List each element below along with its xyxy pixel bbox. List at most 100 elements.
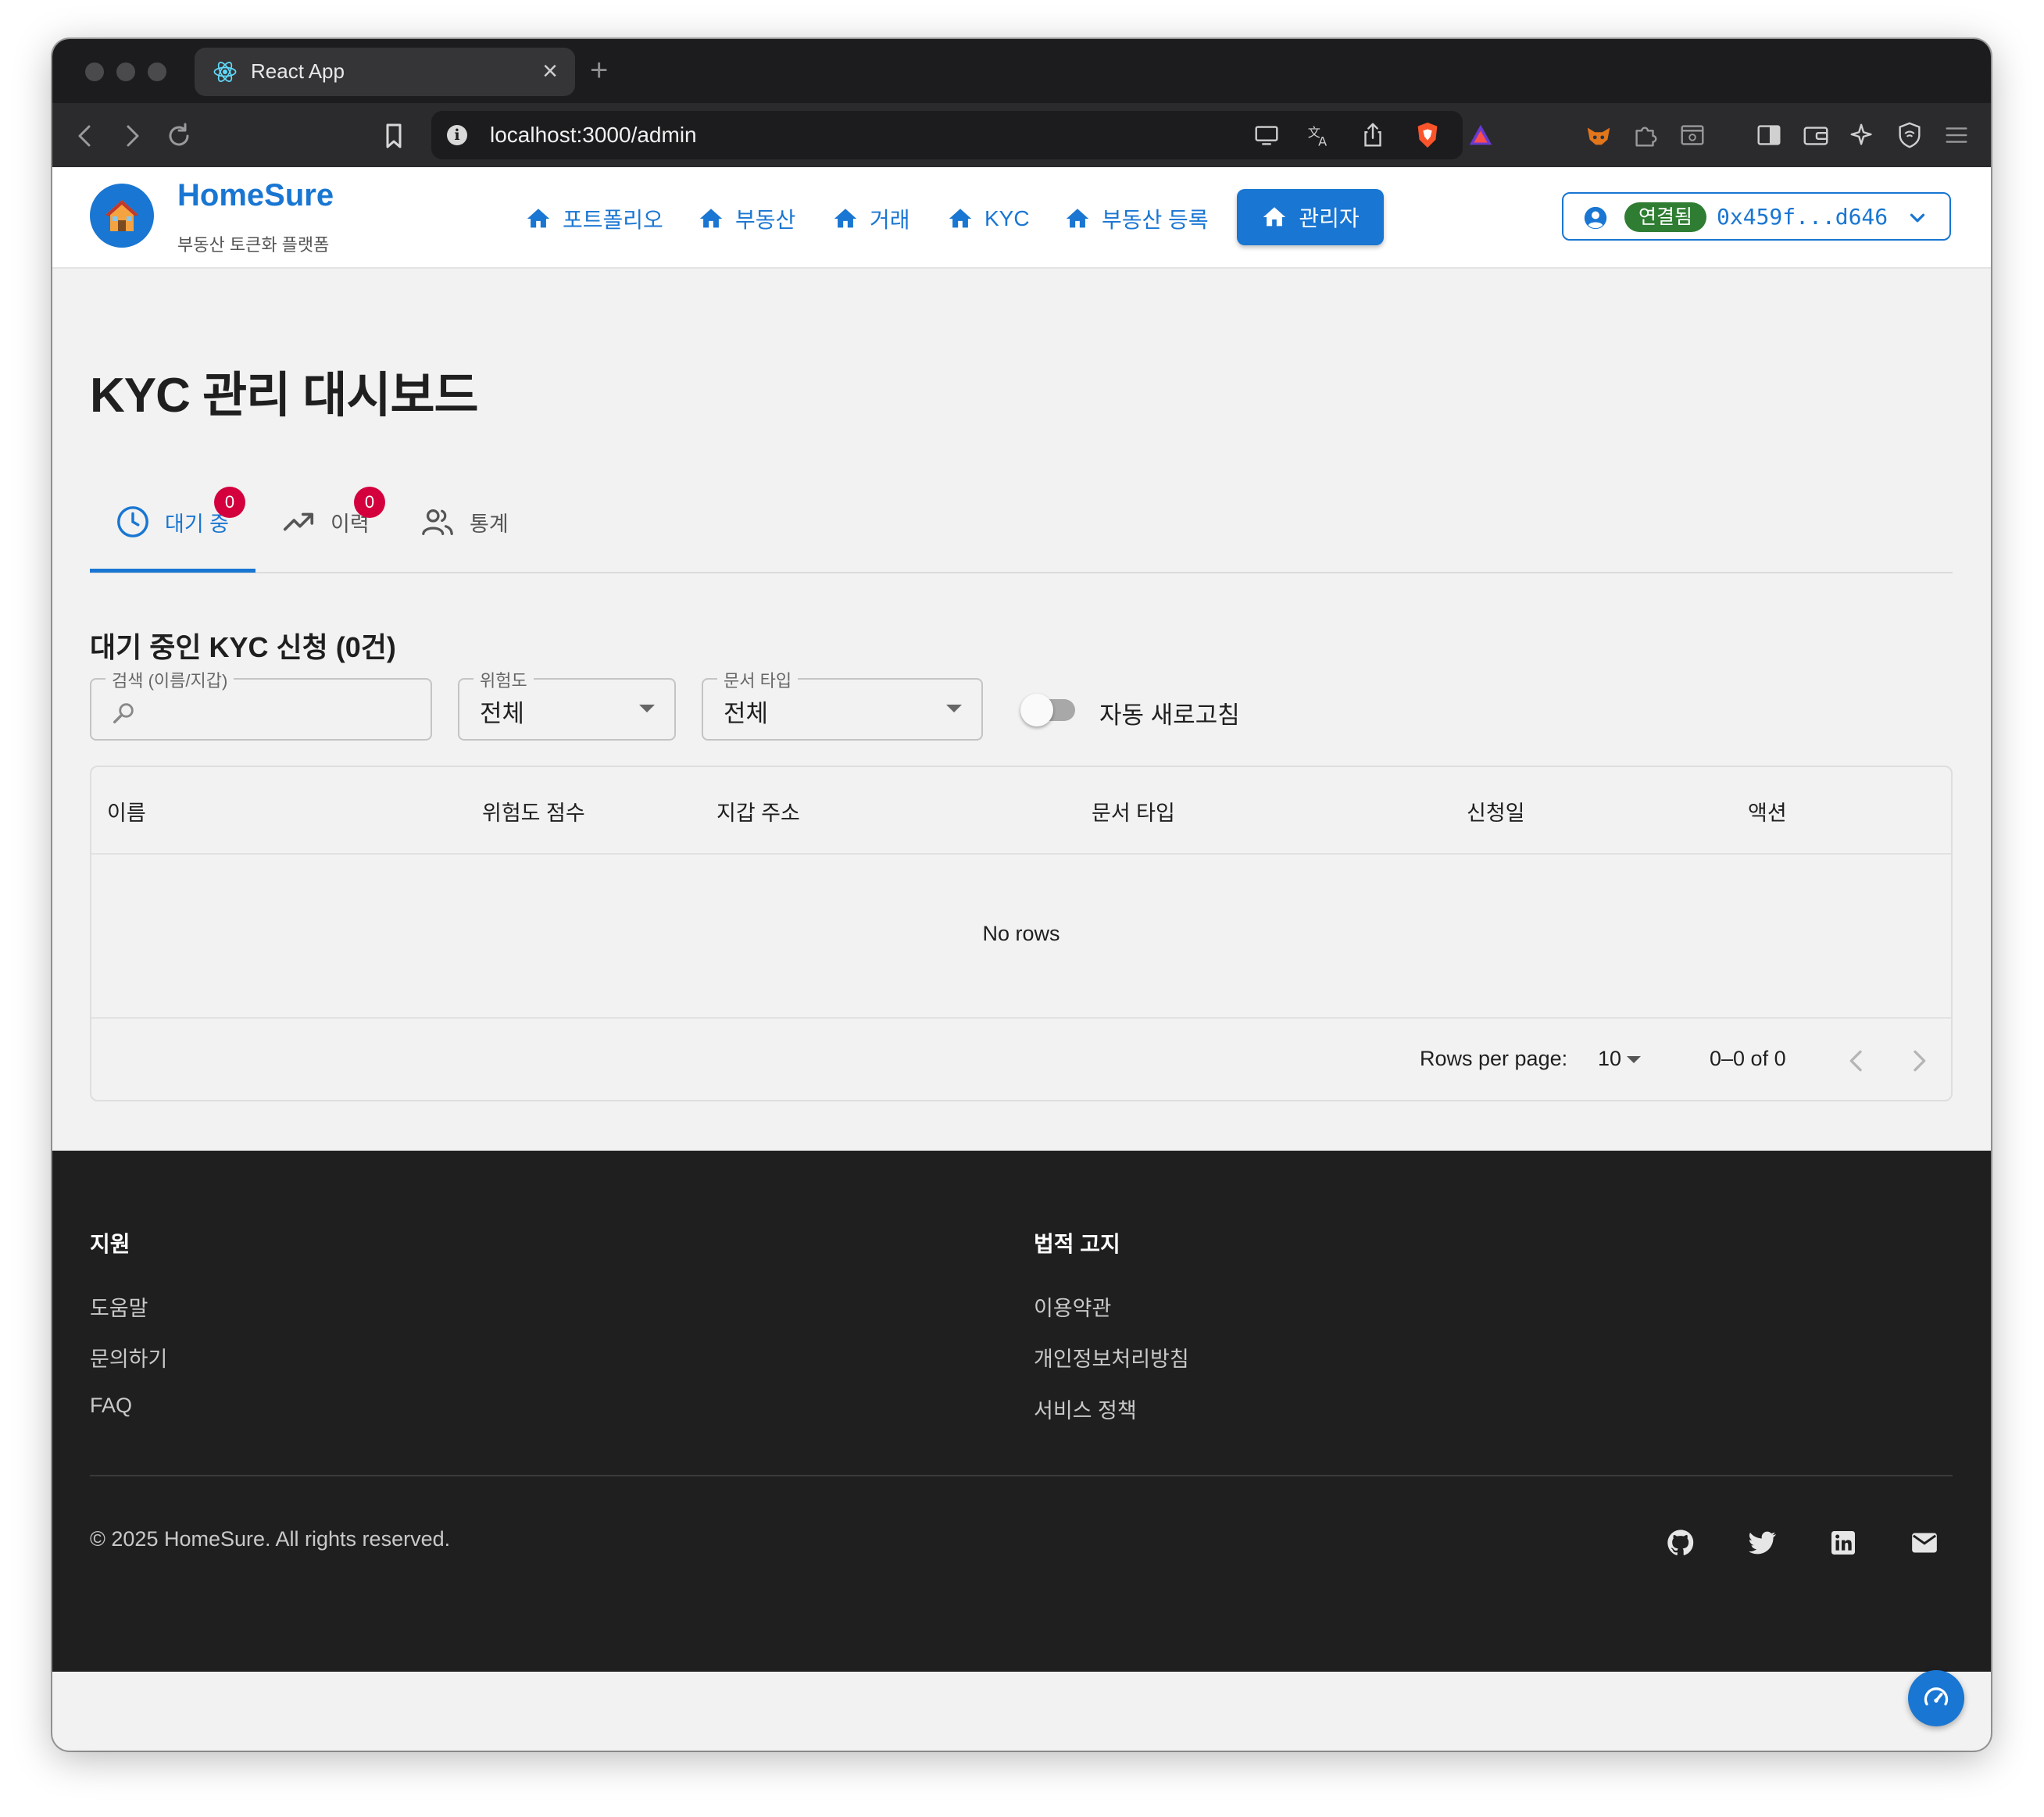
pending-count-badge: 0 <box>214 487 245 518</box>
browser-tab-bar: React App × + <box>52 39 1991 103</box>
brand-subtitle: 부동산 토큰화 플랫폼 <box>177 235 330 255</box>
column-header-wallet[interactable]: 지갑 주소 <box>716 796 800 826</box>
footer-link-terms[interactable]: 이용약관 <box>1034 1291 1111 1322</box>
clock-icon <box>117 506 148 537</box>
dropdown-arrow-icon[interactable] <box>1627 1056 1641 1063</box>
history-count-badge: 0 <box>354 487 385 518</box>
home-icon <box>527 209 550 228</box>
home-icon <box>1066 209 1089 228</box>
linkedin-icon[interactable] <box>1828 1527 1859 1558</box>
home-icon <box>1263 207 1286 227</box>
nav-admin[interactable]: 관리자 <box>1237 189 1384 245</box>
wallet-button[interactable]: 연결됨 0x459f...d646 <box>1562 192 1951 241</box>
rows-per-page-label: Rows per page: <box>1420 1047 1568 1070</box>
rows-per-page-select[interactable]: 10 <box>1598 1047 1621 1071</box>
footer-support-title: 지원 <box>90 1232 130 1256</box>
search-field[interactable]: 검색 (이름/지갑) <box>90 667 432 741</box>
footer-link-privacy[interactable]: 개인정보처리방침 <box>1034 1342 1189 1373</box>
connected-status-chip: 연결됨 <box>1624 202 1707 232</box>
page-title: KYC 관리 대시보드 <box>90 369 479 423</box>
no-rows-message: No rows <box>982 922 1060 945</box>
devtools-fab-button[interactable] <box>1908 1670 1964 1726</box>
cast-icon[interactable] <box>1252 120 1281 150</box>
sidebar-toggle-icon[interactable] <box>1754 120 1784 150</box>
nav-properties[interactable]: 부동산 <box>698 202 795 236</box>
leo-ai-icon[interactable] <box>1848 120 1878 150</box>
search-field-label: 검색 (이름/지갑) <box>105 667 234 692</box>
footer-link-help[interactable]: 도움말 <box>90 1291 148 1322</box>
column-header-risk-score[interactable]: 위험도 점수 <box>482 796 585 826</box>
copyright-text: © 2025 HomeSure. All rights reserved. <box>90 1527 451 1551</box>
previous-page-icon[interactable] <box>1841 1045 1872 1076</box>
vpn-shield-icon[interactable] <box>1895 120 1924 150</box>
nav-portfolio[interactable]: 포트폴리오 <box>525 202 663 236</box>
trending-up-icon <box>283 512 314 531</box>
address-bar[interactable]: i localhost:3000/admin 文 A <box>431 111 1492 159</box>
people-icon <box>422 509 453 535</box>
speedometer-icon <box>1924 1687 1949 1706</box>
metamask-icon[interactable] <box>1584 120 1613 150</box>
browser-toolbar: i localhost:3000/admin 文 A <box>52 103 1991 167</box>
footer-legal-title: 법적 고지 <box>1034 1232 1120 1256</box>
nav-label: 거래 <box>870 208 910 232</box>
url-text: localhost:3000/admin <box>490 123 697 147</box>
tab-stats[interactable]: 통계 <box>420 498 509 545</box>
new-tab-icon[interactable]: + <box>590 52 608 89</box>
back-icon[interactable] <box>70 120 101 152</box>
mail-icon[interactable] <box>1909 1527 1940 1558</box>
browser-tab[interactable]: React App × <box>195 48 575 96</box>
nav-register-property[interactable]: 부동산 등록 <box>1064 202 1209 236</box>
tab-pending[interactable]: 대기 중 <box>115 498 229 545</box>
close-tab-icon[interactable]: × <box>542 55 558 87</box>
column-header-name[interactable]: 이름 <box>107 796 146 826</box>
window-close-dot[interactable] <box>85 62 104 81</box>
dropdown-arrow-icon <box>946 705 962 712</box>
dropdown-arrow-icon <box>639 705 655 712</box>
share-icon[interactable] <box>1358 120 1388 150</box>
nav-trades[interactable]: 거래 <box>832 202 910 236</box>
menu-icon[interactable] <box>1942 120 1971 150</box>
home-icon <box>699 209 723 228</box>
footer-divider <box>91 1017 1951 1019</box>
app-header: HomeSure 부동산 토큰화 플랫폼 포트폴리오 부동산 거래 KYC 부동… <box>52 167 1991 269</box>
risk-select[interactable]: 위험도 전체 <box>458 667 676 741</box>
forward-icon[interactable] <box>116 120 148 152</box>
reader-icon[interactable] <box>1678 120 1707 150</box>
github-icon[interactable] <box>1665 1527 1696 1558</box>
risk-select-label: 위험도 <box>473 667 534 692</box>
window-zoom-dot[interactable] <box>148 62 166 81</box>
column-header-date[interactable]: 신청일 <box>1467 796 1525 826</box>
extensions-icon[interactable] <box>1631 120 1660 150</box>
next-page-icon[interactable] <box>1903 1045 1935 1076</box>
brave-rewards-icon[interactable] <box>1466 120 1495 150</box>
logo[interactable] <box>90 184 154 248</box>
translate-icon[interactable]: 文 A <box>1305 120 1335 150</box>
wallet-icon[interactable] <box>1801 120 1831 150</box>
auto-refresh-label: 자동 새로고침 <box>1099 701 1240 729</box>
footer-link-faq[interactable]: FAQ <box>90 1394 132 1418</box>
browser-window: React App × + i localhost:3000/admin 文 A… <box>52 39 1991 1751</box>
doc-type-select[interactable]: 문서 타입 전체 <box>702 667 983 741</box>
nav-label: 포트폴리오 <box>563 208 663 232</box>
home-icon <box>834 209 857 228</box>
auto-refresh-switch-thumb[interactable] <box>1020 694 1053 726</box>
footer-link-contact[interactable]: 문의하기 <box>90 1342 167 1373</box>
twitter-icon[interactable] <box>1746 1527 1778 1558</box>
pagination-range: 0–0 of 0 <box>1710 1047 1786 1070</box>
search-icon <box>113 703 134 724</box>
nav-label: 관리자 <box>1299 206 1360 230</box>
reload-icon[interactable] <box>163 120 195 152</box>
nav-label: 부동산 <box>735 208 796 232</box>
wallet-address: 0x459f...d646 <box>1717 204 1889 230</box>
window-minimize-dot[interactable] <box>116 62 135 81</box>
doc-type-select-label: 문서 타입 <box>717 667 799 692</box>
column-header-doc-type[interactable]: 문서 타입 <box>1092 796 1175 826</box>
brand-name[interactable]: HomeSure <box>177 178 334 213</box>
footer-link-service-policy[interactable]: 서비스 정책 <box>1034 1394 1137 1424</box>
site-info-icon[interactable]: i <box>447 125 467 145</box>
section-title: 대기 중인 KYC 신청 (0건) <box>90 631 396 663</box>
bookmark-icon[interactable] <box>378 120 409 152</box>
nav-kyc[interactable]: KYC <box>947 202 1030 236</box>
chevron-down-icon <box>1910 213 1925 223</box>
brave-shield-icon[interactable] <box>1413 120 1442 150</box>
